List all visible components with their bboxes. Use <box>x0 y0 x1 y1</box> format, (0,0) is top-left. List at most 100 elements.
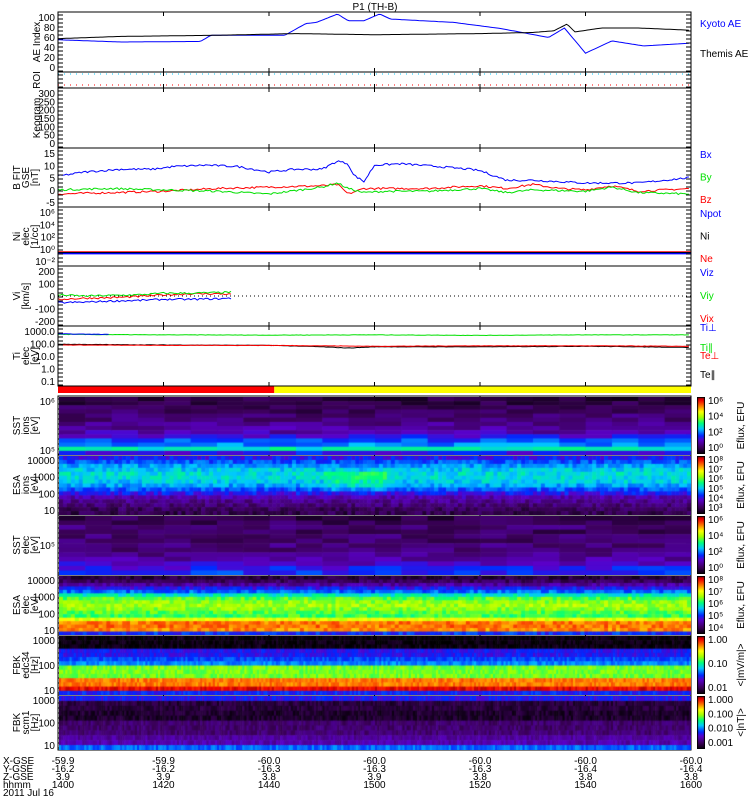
y-tick-label: 10 <box>44 741 56 752</box>
colorbar-tick-label: 10⁷ <box>708 587 723 598</box>
sst-ion-colorbar <box>697 397 705 454</box>
legend-te∥: Te∥ <box>700 370 716 381</box>
sst-elec-colorbar <box>697 516 705 574</box>
time-axis-value: 1400 <box>52 780 75 791</box>
y-tick-label: 1.0 <box>41 365 55 376</box>
colorbar-label-text: Eflux, EFU <box>736 581 747 629</box>
y-tick-label: 100 <box>38 719 55 730</box>
density-frame <box>57 206 692 267</box>
mode-bar-segment <box>58 386 275 393</box>
ylabel-text: AE Index <box>32 22 43 63</box>
esa-elec-colorbar <box>697 576 705 634</box>
legend-ni: Ni <box>700 232 709 243</box>
legend-bz: Bz <box>700 195 712 206</box>
legend-viz: Viz <box>700 268 714 279</box>
fbk-edc34-spectrogram <box>59 636 691 695</box>
y-tick-label: 1000 <box>33 636 56 647</box>
y-tick-label: 10⁵ <box>40 541 55 552</box>
legend-ti∥: Ti∥ <box>700 343 713 354</box>
legend-by: By <box>700 173 712 184</box>
colorbar-tick-label: 10⁰ <box>708 563 723 574</box>
time-axis-value: 1500 <box>363 780 386 791</box>
y-tick-label: 0 <box>49 186 55 197</box>
y-tick-label: 200 <box>38 267 55 278</box>
y-tick-label: 100 <box>38 609 55 620</box>
y-tick-label: 10⁰ <box>40 245 55 256</box>
colorbar-tick-label: 10⁴ <box>708 531 723 542</box>
sst-elec-ylabel: SSTelec[eV] <box>12 535 41 554</box>
density-ylabel: Nielec[1/cc] <box>12 224 41 248</box>
legend-viy: Viy <box>700 291 714 302</box>
plot-title: P1 (TH-B) <box>353 2 398 13</box>
sst-elec-spectrogram <box>59 516 691 575</box>
colorbar-tick-label: 0.01 <box>708 683 728 694</box>
colorbar-tick-label: 1.00 <box>708 635 728 646</box>
sst-ion-ylabel: SSTions[eV] <box>12 416 41 435</box>
esa-ion-spectrogram <box>59 456 691 515</box>
legend-bx: Bx <box>700 150 712 161</box>
time-axis-value: 1520 <box>469 780 492 791</box>
Bz-line <box>57 183 689 196</box>
velocity-ylabel: Vi[km/s] <box>12 282 32 309</box>
y-tick-label: 15 <box>44 149 56 160</box>
colorbar-tick-label: 10⁰ <box>708 443 723 454</box>
y-tick-label: 0 <box>49 292 55 303</box>
colorbar-label-text: Eflux, EFU <box>736 461 747 509</box>
colorbar-tick-label: 10⁶ <box>708 599 723 610</box>
y-tick-label: 5 <box>49 174 55 185</box>
colorbar-tick-label: 0.10 <box>708 659 728 670</box>
Bx-line <box>57 160 689 185</box>
colorbar-tick-label: 10⁸ <box>708 575 723 586</box>
colorbar-label: Eflux, EFU <box>736 402 747 450</box>
y-tick-label: 10⁶ <box>40 208 55 219</box>
y-tick-label: -100 <box>35 305 55 316</box>
legend-npot: Npot <box>700 209 721 220</box>
fbk-scm1-spectrogram <box>59 696 691 750</box>
y-tick-label: 10.0 <box>36 352 56 363</box>
y-tick-label: 1000 <box>33 473 56 484</box>
esa-ion-colorbar <box>697 456 705 514</box>
y-tick-label: 100 <box>38 661 55 672</box>
time-axis-value: 1540 <box>574 780 597 791</box>
colorbar-tick-label: 0.001 <box>708 738 733 749</box>
ylabel-unit: [nT] <box>30 169 41 186</box>
colorbar-tick-label: 10⁶ <box>708 515 723 526</box>
colorbar-tick-label: 0.100 <box>708 709 733 720</box>
time-axis-value: 1600 <box>680 780 703 791</box>
y-tick-label: 10⁴ <box>40 220 55 231</box>
y-tick-label: 1000 <box>33 696 56 707</box>
time-axis-value: 1420 <box>152 780 175 791</box>
y-tick-label: 10 <box>44 506 56 517</box>
colorbar-tick-label: 10³ <box>708 503 723 514</box>
Te⊥-line <box>57 344 689 347</box>
y-tick-label: 1000.0 <box>24 327 55 338</box>
colorbar-label: <|mV/m|> <box>736 643 747 686</box>
y-tick-label: 10² <box>41 233 56 244</box>
y-tick-label: 0 <box>49 63 55 74</box>
colorbar-label: Eflux, EFU <box>736 461 747 509</box>
fbk-scm1-ylabel: FBKscm1[Hz] <box>12 710 41 734</box>
bfield-ylabel: B FITGSE[nT] <box>12 165 41 189</box>
legends: Kyoto AEThemis AEBzByBxNeNiNpotVixViyViz… <box>700 19 749 381</box>
legend-ti⊥: Ti⊥ <box>700 323 717 334</box>
colorbar-tick-label: 0.010 <box>708 724 733 735</box>
colorbar-tick-label: 10⁴ <box>708 623 723 634</box>
colorbar-tick-label: 10⁴ <box>708 412 723 423</box>
y-tick-label: 1000 <box>33 593 56 604</box>
ylabel-text: ROI <box>32 71 43 89</box>
bfield-frame <box>57 147 692 208</box>
y-tick-label: 0.1 <box>41 377 55 388</box>
ae-ylabel: AE Index <box>32 22 43 63</box>
roi-ylabel: ROI <box>32 71 43 89</box>
colorbar-label: Eflux, EFU <box>736 581 747 629</box>
colorbar-tick-label: 10⁵ <box>708 611 723 622</box>
fbk-edc34-colorbar <box>697 636 705 694</box>
y-tick-label: 10 <box>44 161 56 172</box>
Ti∥-line <box>57 333 689 337</box>
Kyoto AE-line <box>58 13 689 54</box>
esa-elec-spectrogram <box>59 576 691 635</box>
legend-kyoto ae: Kyoto AE <box>700 19 741 30</box>
mode-bar-segment <box>274 386 691 393</box>
colorbar-label-text: <|mV/m|> <box>736 643 747 686</box>
fbk-scm1-colorbar <box>697 696 705 749</box>
